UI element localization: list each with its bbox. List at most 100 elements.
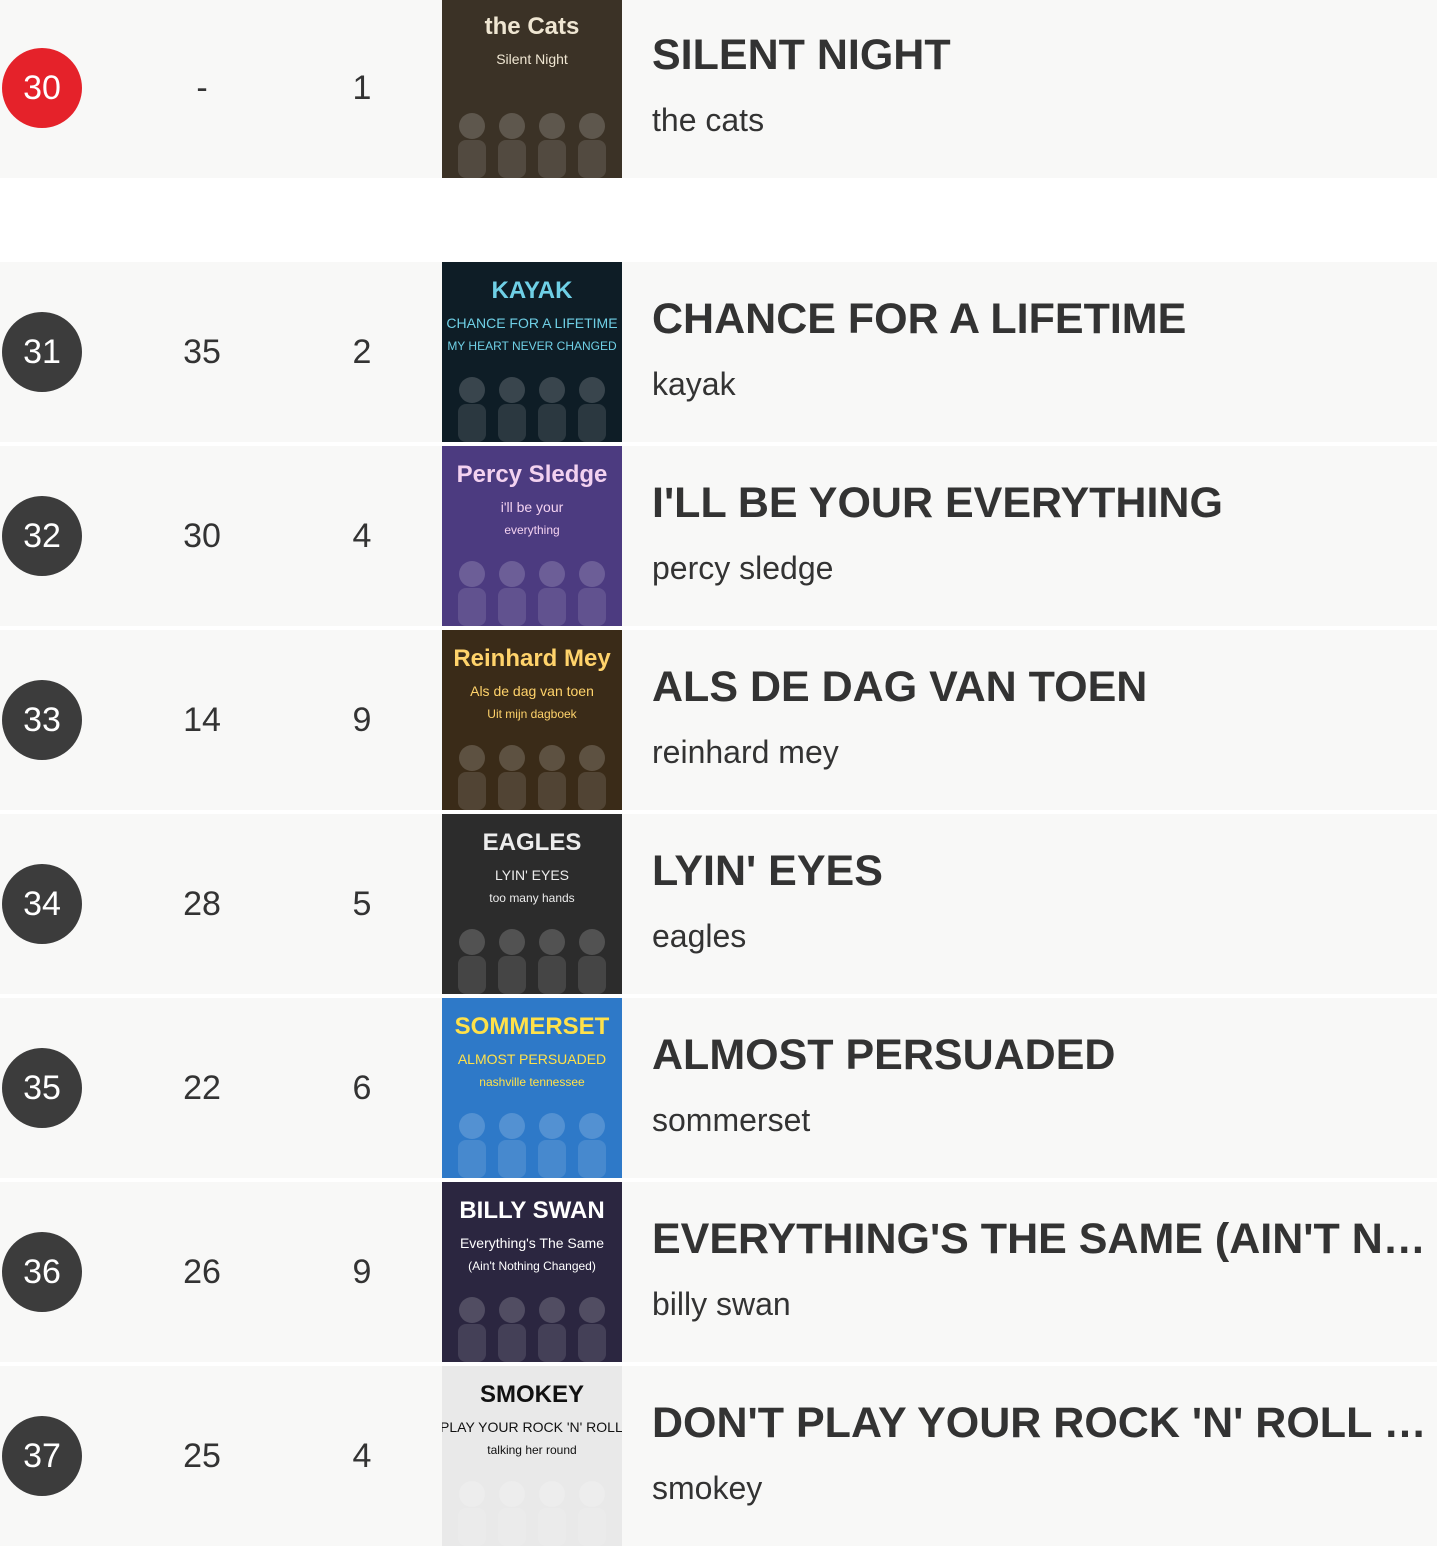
artist-name[interactable]: percy sledge	[652, 548, 833, 588]
cover-figure-head	[499, 1297, 525, 1323]
cover-figure-body	[538, 140, 566, 178]
artist-name[interactable]: smokey	[652, 1468, 762, 1508]
cover-figure-body	[538, 1508, 566, 1546]
position-badge: 30	[2, 48, 82, 128]
cover-figure-body	[498, 140, 526, 178]
cover-figure-body	[498, 404, 526, 442]
weeks-on-chart: 6	[352, 1069, 372, 1107]
cover-figure-body	[458, 1508, 486, 1546]
cover-art-image[interactable]: Percy Sledge i'll be your everything	[442, 446, 622, 626]
position-badge: 32	[2, 496, 82, 576]
position-badge: 35	[2, 1048, 82, 1128]
cover-text: Silent Night	[496, 51, 568, 67]
cover-text: the Cats	[485, 13, 580, 40]
cover-figure-body	[578, 772, 606, 810]
cover-text: SOMMERSET	[455, 1013, 610, 1040]
chart-row[interactable]: 31 35 2 KAYAK CHANCE FOR A LIFETIME MY HEART …	[0, 262, 1437, 442]
cover-text: Percy Sledge	[457, 461, 608, 488]
cover-art-image[interactable]: SOMMERSET ALMOST PERSUADED nashville tenne…	[442, 998, 622, 1178]
cover-figure-head	[539, 113, 565, 139]
chart-row[interactable]: 33 14 9 Reinhard Mey Als de dag van toen Uit …	[0, 630, 1437, 810]
artist-name[interactable]: kayak	[652, 364, 736, 404]
cover-figure-body	[458, 404, 486, 442]
cover-figure-head	[579, 113, 605, 139]
cover-text: CHANCE FOR A LIFETIME	[446, 315, 617, 331]
chart-row[interactable]: 37 25 4 SMOKEY DON'T PLAY YOUR ROCK 'N' ROLL…	[0, 1366, 1437, 1546]
cover-art-graphic: KAYAK CHANCE FOR A LIFETIME MY HEART NEVER…	[442, 262, 622, 442]
previous-position: 28	[183, 885, 221, 923]
cover-text: SMOKEY	[480, 1381, 584, 1408]
cover-figure-head	[499, 745, 525, 771]
cover-text: MY HEART NEVER CHANGED	[447, 339, 617, 353]
cover-figure-head	[579, 745, 605, 771]
cover-text: (Ain't Nothing Changed)	[468, 1259, 596, 1273]
cover-figure-head	[579, 929, 605, 955]
cover-figure-head	[459, 1481, 485, 1507]
song-title[interactable]: EVERYTHING'S THE SAME (AIN'T NOTHING CHA…	[652, 1214, 1437, 1264]
cover-figure-head	[499, 377, 525, 403]
cover-text: EAGLES	[483, 829, 582, 856]
cover-art-image[interactable]: Reinhard Mey Als de dag van toen Uit mijn …	[442, 630, 622, 810]
cover-figure-body	[578, 1140, 606, 1178]
cover-art-graphic: Percy Sledge i'll be your everything	[442, 446, 622, 626]
cover-figure-head	[459, 745, 485, 771]
cover-figure-body	[578, 956, 606, 994]
cover-figure-head	[459, 561, 485, 587]
cover-art-image[interactable]: EAGLES LYIN' EYES too many hands	[442, 814, 622, 994]
weeks-on-chart: 2	[352, 333, 372, 371]
cover-figure-body	[458, 588, 486, 626]
weeks-on-chart: 9	[352, 701, 372, 739]
song-title[interactable]: ALS DE DAG VAN TOEN	[652, 662, 1437, 712]
cover-figure-head	[459, 1297, 485, 1323]
cover-figure-body	[578, 1508, 606, 1546]
artist-name[interactable]: billy swan	[652, 1284, 791, 1324]
artist-name[interactable]: the cats	[652, 100, 764, 140]
song-title[interactable]: ALMOST PERSUADED	[652, 1030, 1437, 1080]
chart-row[interactable]: 36 26 9 BILLY SWAN Everything's The Same (Ain…	[0, 1182, 1437, 1362]
song-title[interactable]: DON'T PLAY YOUR ROCK 'N' ROLL TO ME	[652, 1398, 1437, 1448]
song-title[interactable]: I'LL BE YOUR EVERYTHING	[652, 478, 1437, 528]
chart-row[interactable]: 34 28 5 EAGLES LYIN' EYES too many hands LYIN'…	[0, 814, 1437, 994]
cover-text: DON'T PLAY YOUR ROCK 'N' ROLL TO ME	[442, 1419, 622, 1435]
position-badge: 34	[2, 864, 82, 944]
cover-figure-head	[499, 1113, 525, 1139]
cover-text: too many hands	[489, 891, 574, 905]
cover-figure-body	[458, 1324, 486, 1362]
chart-row[interactable]: 32 30 4 Percy Sledge i'll be your everything I…	[0, 446, 1437, 626]
weeks-on-chart: 4	[352, 1437, 372, 1475]
cover-figure-head	[499, 113, 525, 139]
cover-figure-body	[538, 956, 566, 994]
cover-text: talking her round	[487, 1443, 576, 1457]
cover-figure-head	[539, 745, 565, 771]
cover-figure-body	[458, 772, 486, 810]
cover-art-graphic: SOMMERSET ALMOST PERSUADED nashville tenne…	[442, 998, 622, 1178]
cover-figure-head	[539, 377, 565, 403]
previous-position: 25	[183, 1437, 221, 1475]
cover-figure-body	[458, 1140, 486, 1178]
cover-art-image[interactable]: BILLY SWAN Everything's The Same (Ain't No…	[442, 1182, 622, 1362]
artist-name[interactable]: eagles	[652, 916, 746, 956]
chart-row[interactable]: 30 - 1 the Cats Silent Night SILENT NIGHT the …	[0, 0, 1437, 178]
cover-art-image[interactable]: the Cats Silent Night	[442, 0, 622, 178]
song-title[interactable]: CHANCE FOR A LIFETIME	[652, 294, 1437, 344]
cover-art-graphic: SMOKEY DON'T PLAY YOUR ROCK 'N' ROLL TO M…	[442, 1366, 622, 1546]
chart-row[interactable]: 35 22 6 SOMMERSET ALMOST PERSUADED nashville …	[0, 998, 1437, 1178]
cover-text: nashville tennessee	[479, 1075, 585, 1089]
cover-figure-body	[498, 1140, 526, 1178]
cover-figure-head	[499, 929, 525, 955]
song-title[interactable]: LYIN' EYES	[652, 846, 1437, 896]
previous-position: 30	[183, 517, 221, 555]
cover-art-graphic: EAGLES LYIN' EYES too many hands	[442, 814, 622, 994]
cover-art-image[interactable]: KAYAK CHANCE FOR A LIFETIME MY HEART NEVER…	[442, 262, 622, 442]
song-title[interactable]: SILENT NIGHT	[652, 30, 1437, 80]
cover-text: Uit mijn dagboek	[487, 707, 577, 721]
position-badge: 36	[2, 1232, 82, 1312]
cover-figure-body	[538, 1140, 566, 1178]
cover-text: Everything's The Same	[460, 1235, 604, 1251]
cover-figure-body	[538, 1324, 566, 1362]
cover-figure-body	[498, 588, 526, 626]
cover-art-image[interactable]: SMOKEY DON'T PLAY YOUR ROCK 'N' ROLL TO M…	[442, 1366, 622, 1546]
cover-figure-body	[578, 140, 606, 178]
artist-name[interactable]: reinhard mey	[652, 732, 839, 772]
artist-name[interactable]: sommerset	[652, 1100, 810, 1140]
